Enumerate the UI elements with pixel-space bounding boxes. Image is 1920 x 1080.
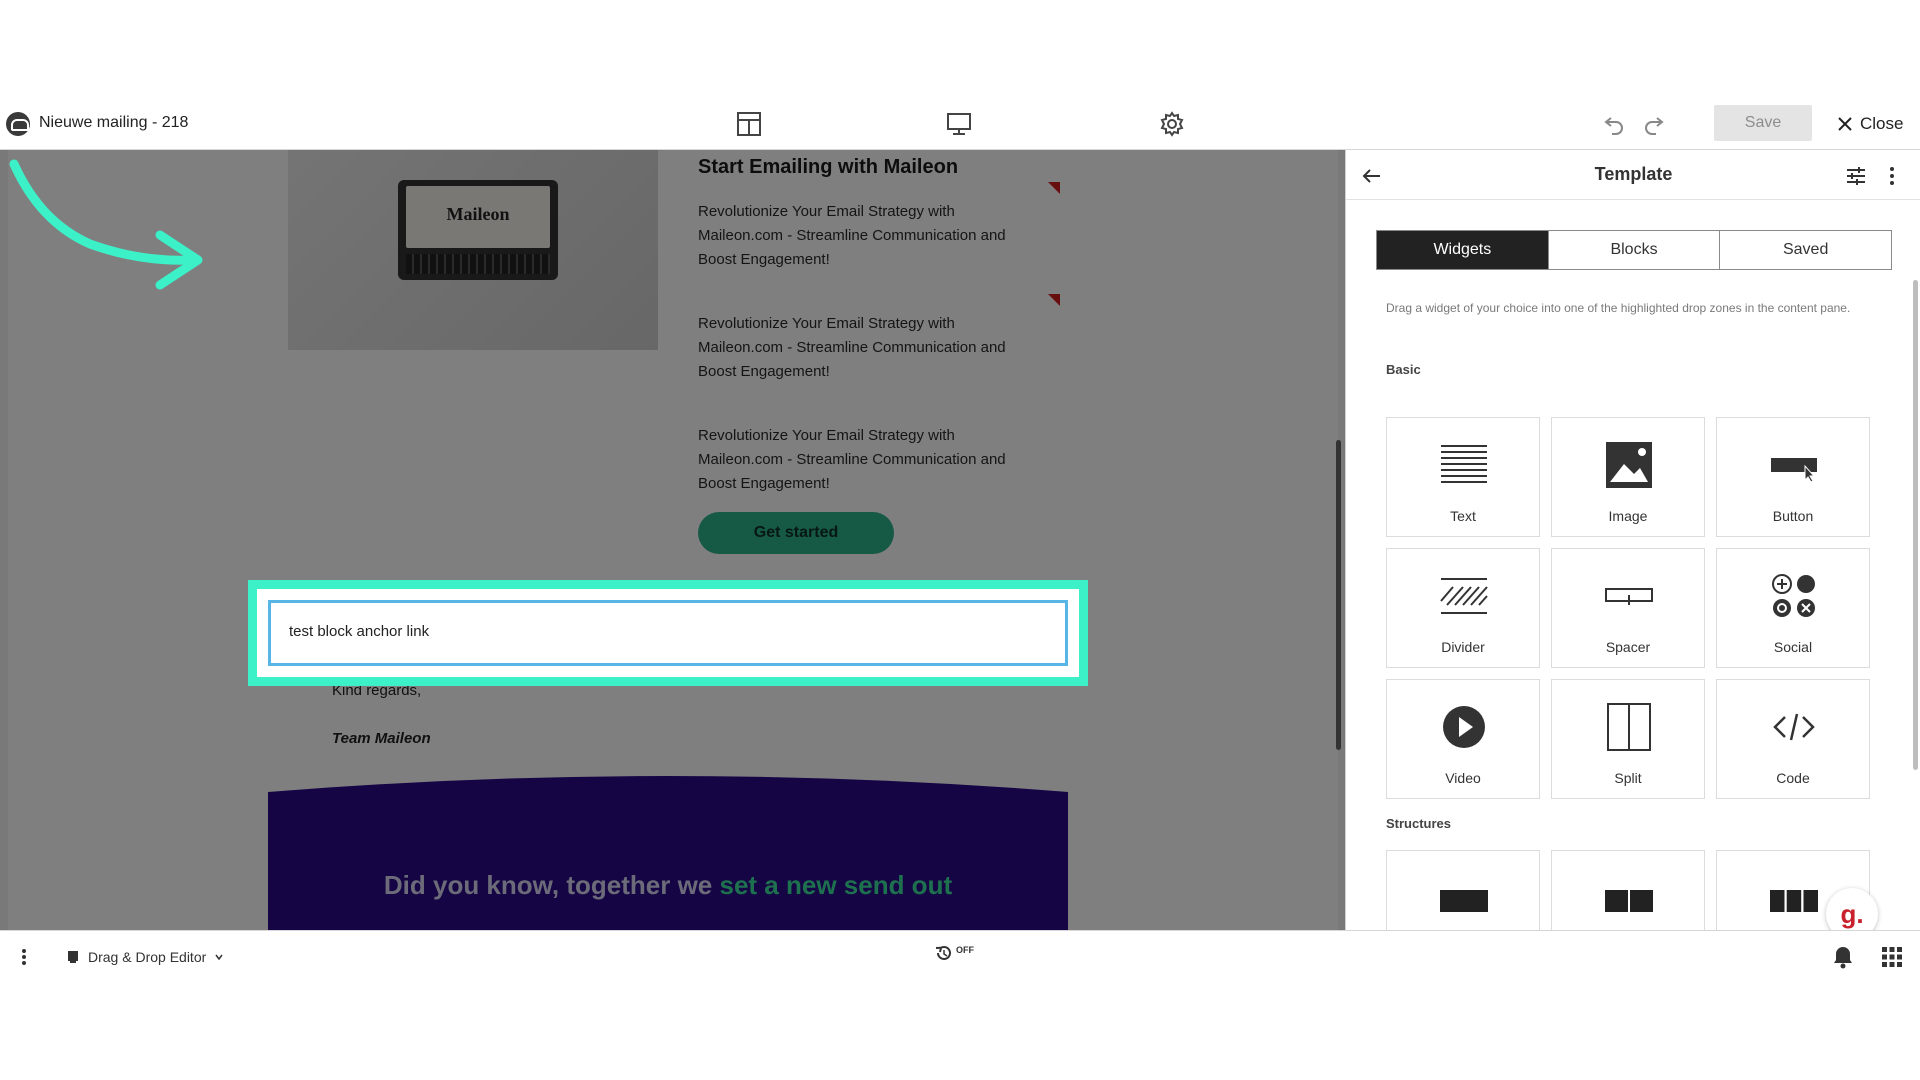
autosave-toggle[interactable]: OFF: [934, 943, 974, 969]
spacer-icon: [1605, 588, 1653, 605]
template-panel: Template Widgets Blocks Saved Drag a wid…: [1345, 150, 1920, 930]
split-icon: [1607, 703, 1651, 751]
get-started-button[interactable]: Get started: [698, 512, 894, 554]
one-column-icon: [1440, 890, 1488, 912]
promo-banner[interactable]: Did you know, together we set a new send…: [268, 776, 1068, 930]
redo-icon[interactable]: [1642, 112, 1666, 136]
bell-icon[interactable]: [1832, 945, 1854, 969]
banner-accent-text: set a new send out: [719, 870, 953, 900]
close-icon: [1838, 117, 1852, 131]
code-icon: [1773, 713, 1815, 741]
structures-section-label: Structures: [1386, 816, 1452, 831]
layout-icon[interactable]: [735, 110, 763, 138]
canvas-scrollbar[interactable]: [1336, 440, 1341, 750]
close-button[interactable]: Close: [1836, 110, 1903, 138]
more-options-icon[interactable]: [1886, 164, 1898, 188]
tab-blocks[interactable]: Blocks: [1549, 231, 1721, 269]
laptop-illustration: Maileon: [398, 180, 558, 280]
widget-video[interactable]: Video: [1386, 679, 1540, 799]
signature-text[interactable]: Team Maileon: [332, 730, 431, 747]
text-icon: [1441, 445, 1487, 483]
divider-icon: [1440, 578, 1488, 614]
mailing-editor-app: Nieuwe mailing - 218 Save Close Maileon …: [0, 98, 1920, 982]
widget-grid: Text Image Button Divider Spacer Social: [1386, 417, 1870, 799]
editor-icon: [68, 951, 78, 963]
widget-button[interactable]: Button: [1716, 417, 1870, 537]
widget-divider[interactable]: Divider: [1386, 548, 1540, 668]
widget-code[interactable]: Code: [1716, 679, 1870, 799]
widget-spacer[interactable]: Spacer: [1551, 548, 1705, 668]
chevron-down-icon: [215, 954, 223, 961]
email-headline[interactable]: Start Emailing with Maileon: [698, 156, 958, 179]
anchor-block[interactable]: test block anchor link: [268, 600, 1068, 666]
structure-grid: [1386, 850, 1870, 930]
structure-two-column[interactable]: [1551, 850, 1705, 930]
undo-icon[interactable]: [1602, 112, 1626, 136]
hero-image-logo: Maileon: [446, 204, 510, 224]
text-block-2[interactable]: Revolutionize Your Email Strategy with M…: [698, 312, 1038, 384]
social-icon: [1772, 574, 1815, 617]
autosave-icon: [935, 946, 951, 960]
panel-tabs: Widgets Blocks Saved: [1376, 230, 1892, 270]
basic-section-label: Basic: [1386, 362, 1421, 377]
more-options-icon[interactable]: [19, 947, 29, 967]
save-button[interactable]: Save: [1714, 105, 1812, 141]
two-column-icon: [1605, 890, 1653, 912]
panel-scrollbar[interactable]: [1913, 280, 1918, 770]
widget-text[interactable]: Text: [1386, 417, 1540, 537]
video-icon: [1443, 706, 1485, 748]
three-column-icon: [1770, 890, 1818, 912]
autosave-label: OFF: [956, 945, 974, 955]
guide-badge[interactable]: g.: [1826, 888, 1878, 930]
panel-help-text: Drag a widget of your choice into one of…: [1386, 301, 1851, 315]
apps-grid-icon[interactable]: [1880, 945, 1904, 969]
anchor-block-highlight[interactable]: test block anchor link: [248, 580, 1088, 686]
content-canvas[interactable]: Maileon Start Emailing with Maileon Revo…: [0, 150, 1345, 930]
text-block-1[interactable]: Revolutionize Your Email Strategy with M…: [698, 200, 1038, 272]
bottom-bar: Drag & Drop Editor OFF: [0, 930, 1920, 982]
sliders-icon[interactable]: [1844, 164, 1868, 188]
button-icon: [1771, 458, 1817, 483]
editor-mode-label: Drag & Drop Editor: [88, 949, 207, 965]
panel-header: Template: [1346, 150, 1920, 200]
widget-social[interactable]: Social: [1716, 548, 1870, 668]
callout-arrow-icon: [9, 159, 203, 290]
top-toolbar: Nieuwe mailing - 218 Save Close: [0, 98, 1920, 150]
anchor-link-text[interactable]: test block anchor link: [289, 623, 429, 640]
anchor-marker-icon: [1048, 294, 1060, 306]
maileon-logo-icon: [6, 112, 30, 136]
text-block-3[interactable]: Revolutionize Your Email Strategy with M…: [698, 424, 1038, 496]
tab-saved[interactable]: Saved: [1720, 231, 1891, 269]
editor-mode-select[interactable]: Drag & Drop Editor: [66, 947, 224, 967]
banner-headline: Did you know, together we set a new send…: [383, 870, 953, 900]
widget-image[interactable]: Image: [1551, 417, 1705, 537]
structure-one-column[interactable]: [1386, 850, 1540, 930]
panel-title: Template: [1594, 164, 1673, 184]
tab-widgets[interactable]: Widgets: [1377, 231, 1549, 269]
desktop-preview-icon[interactable]: [945, 110, 973, 138]
gear-icon[interactable]: [1158, 110, 1186, 138]
widget-split[interactable]: Split: [1551, 679, 1705, 799]
close-label: Close: [1860, 114, 1904, 133]
anchor-marker-icon: [1048, 182, 1060, 194]
image-icon: [1606, 442, 1652, 488]
hero-image[interactable]: Maileon: [288, 150, 658, 350]
mailing-title: Nieuwe mailing - 218: [39, 114, 189, 131]
